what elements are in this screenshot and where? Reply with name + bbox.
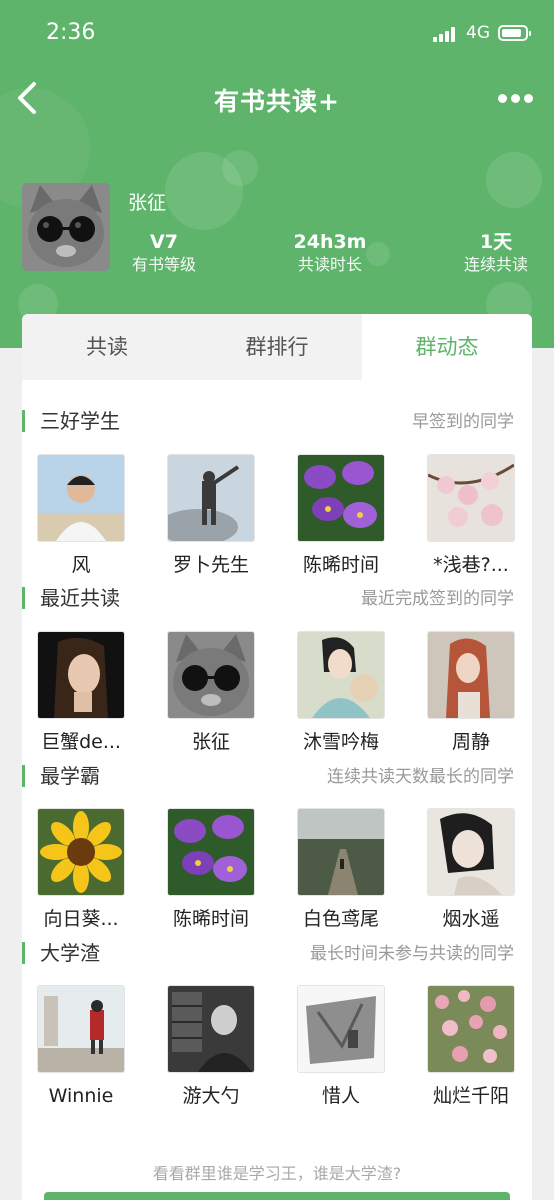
footer-hint: 看看群里谁是学习王，谁是大学渣? <box>152 1164 402 1183</box>
section-subtitle: 连续共读天数最长的同学 <box>327 767 514 787</box>
member-name: Winnie <box>48 1085 114 1107</box>
stat-label: 有书等级 <box>131 255 196 274</box>
stat-value: V7 <box>150 231 178 253</box>
member-avatar <box>427 808 515 896</box>
member-item[interactable]: 张征 <box>156 631 266 755</box>
member-avatar <box>297 631 385 719</box>
more-dots-icon[interactable] <box>496 90 536 106</box>
member-item[interactable]: 风 <box>26 454 136 578</box>
member-name: 沐雪吟梅 <box>302 731 379 753</box>
member-name: 风 <box>71 554 91 576</box>
member-avatar <box>37 631 125 719</box>
section-title: 三好学生 <box>40 409 120 433</box>
tab-bar: 共读 群排行 群动态 <box>22 314 532 380</box>
user-name: 张征 <box>128 192 167 214</box>
stat-read-time: 24h3m 共读时长 <box>285 230 375 276</box>
member-name: 烟水遥 <box>442 908 500 930</box>
section-subtitle: 早签到的同学 <box>412 412 514 432</box>
section-header: 最近共读 最近完成签到的同学 <box>22 584 532 612</box>
section-subtitle: 最长时间未参与共读的同学 <box>310 944 514 964</box>
member-avatar <box>427 985 515 1073</box>
member-item[interactable]: *浅巷?... <box>416 454 526 578</box>
member-avatar <box>297 454 385 542</box>
member-avatar <box>37 985 125 1073</box>
member-item[interactable]: 向日葵... <box>26 808 136 932</box>
avatar[interactable] <box>22 183 110 271</box>
member-name: 陈晞时间 <box>302 554 379 576</box>
member-item[interactable]: 白色鸢尾 <box>286 808 396 932</box>
member-avatar <box>37 454 125 542</box>
signal-icon <box>433 26 459 42</box>
member-avatar <box>427 454 515 542</box>
member-item[interactable]: 惜人 <box>286 985 396 1109</box>
member-avatar <box>297 808 385 896</box>
member-avatar <box>167 454 255 542</box>
section-title: 最近共读 <box>40 586 120 610</box>
nav-bar: 有书共读+ <box>0 70 554 126</box>
member-item[interactable]: 巨蟹de... <box>26 631 136 755</box>
page-title: 有书共读+ <box>214 87 340 116</box>
member-name: 张征 <box>191 731 230 753</box>
group-card: 共读 群排行 群动态 三好学生 早签到的同学 风 罗卜先生 陈晞时间 *浅巷?.… <box>22 314 532 1200</box>
tab-reading[interactable]: 共读 <box>22 314 192 380</box>
member-item[interactable]: 沐雪吟梅 <box>286 631 396 755</box>
section-accent <box>22 587 25 609</box>
bottom-action-button[interactable] <box>44 1192 510 1200</box>
member-item[interactable]: 游大勺 <box>156 985 266 1109</box>
member-name: 罗卜先生 <box>172 554 249 576</box>
member-item[interactable]: 灿烂千阳 <box>416 985 526 1109</box>
member-avatar <box>37 808 125 896</box>
section-header: 最学霸 连续共读天数最长的同学 <box>22 762 532 790</box>
stat-label: 连续共读 <box>463 255 528 274</box>
member-item[interactable]: 烟水遥 <box>416 808 526 932</box>
section-title: 大学渣 <box>40 941 100 965</box>
member-avatar <box>167 631 255 719</box>
member-item[interactable]: 周静 <box>416 631 526 755</box>
member-avatar <box>297 985 385 1073</box>
section-header: 大学渣 最长时间未参与共读的同学 <box>22 939 532 967</box>
status-time: 2:36 <box>46 20 96 45</box>
member-name: 游大勺 <box>182 1085 240 1107</box>
member-avatar <box>167 808 255 896</box>
member-name: 陈晞时间 <box>172 908 249 930</box>
section-accent <box>22 765 25 787</box>
member-item[interactable]: 陈晞时间 <box>286 454 396 578</box>
member-item[interactable]: Winnie <box>26 985 136 1109</box>
section-title: 最学霸 <box>40 764 100 788</box>
status-bar: 2:36 4G <box>0 0 554 66</box>
section-accent <box>22 410 25 432</box>
member-avatar <box>167 985 255 1073</box>
member-name: 白色鸢尾 <box>302 908 379 930</box>
battery-icon <box>498 25 531 41</box>
member-item[interactable]: 陈晞时间 <box>156 808 266 932</box>
stat-value: 24h3m <box>293 231 367 253</box>
member-name: 巨蟹de... <box>41 731 121 753</box>
member-name: 灿烂千阳 <box>432 1085 509 1107</box>
member-name: 向日葵... <box>43 908 119 930</box>
tab-activity[interactable]: 群动态 <box>362 314 532 380</box>
member-name: 周静 <box>451 731 490 753</box>
stat-value: 1天 <box>479 231 513 253</box>
network-type: 4G <box>466 23 490 43</box>
section-accent <box>22 942 25 964</box>
section-header: 三好学生 早签到的同学 <box>22 407 532 435</box>
member-name: 惜人 <box>321 1085 360 1107</box>
member-avatar <box>427 631 515 719</box>
section-subtitle: 最近完成签到的同学 <box>361 589 514 609</box>
stat-streak: 1天 连续共读 <box>458 230 534 276</box>
member-name: *浅巷?... <box>433 554 509 576</box>
stat-level: V7 有书等级 <box>128 230 200 276</box>
tab-ranking[interactable]: 群排行 <box>192 314 362 380</box>
member-item[interactable]: 罗卜先生 <box>156 454 266 578</box>
stat-label: 共读时长 <box>297 255 362 274</box>
